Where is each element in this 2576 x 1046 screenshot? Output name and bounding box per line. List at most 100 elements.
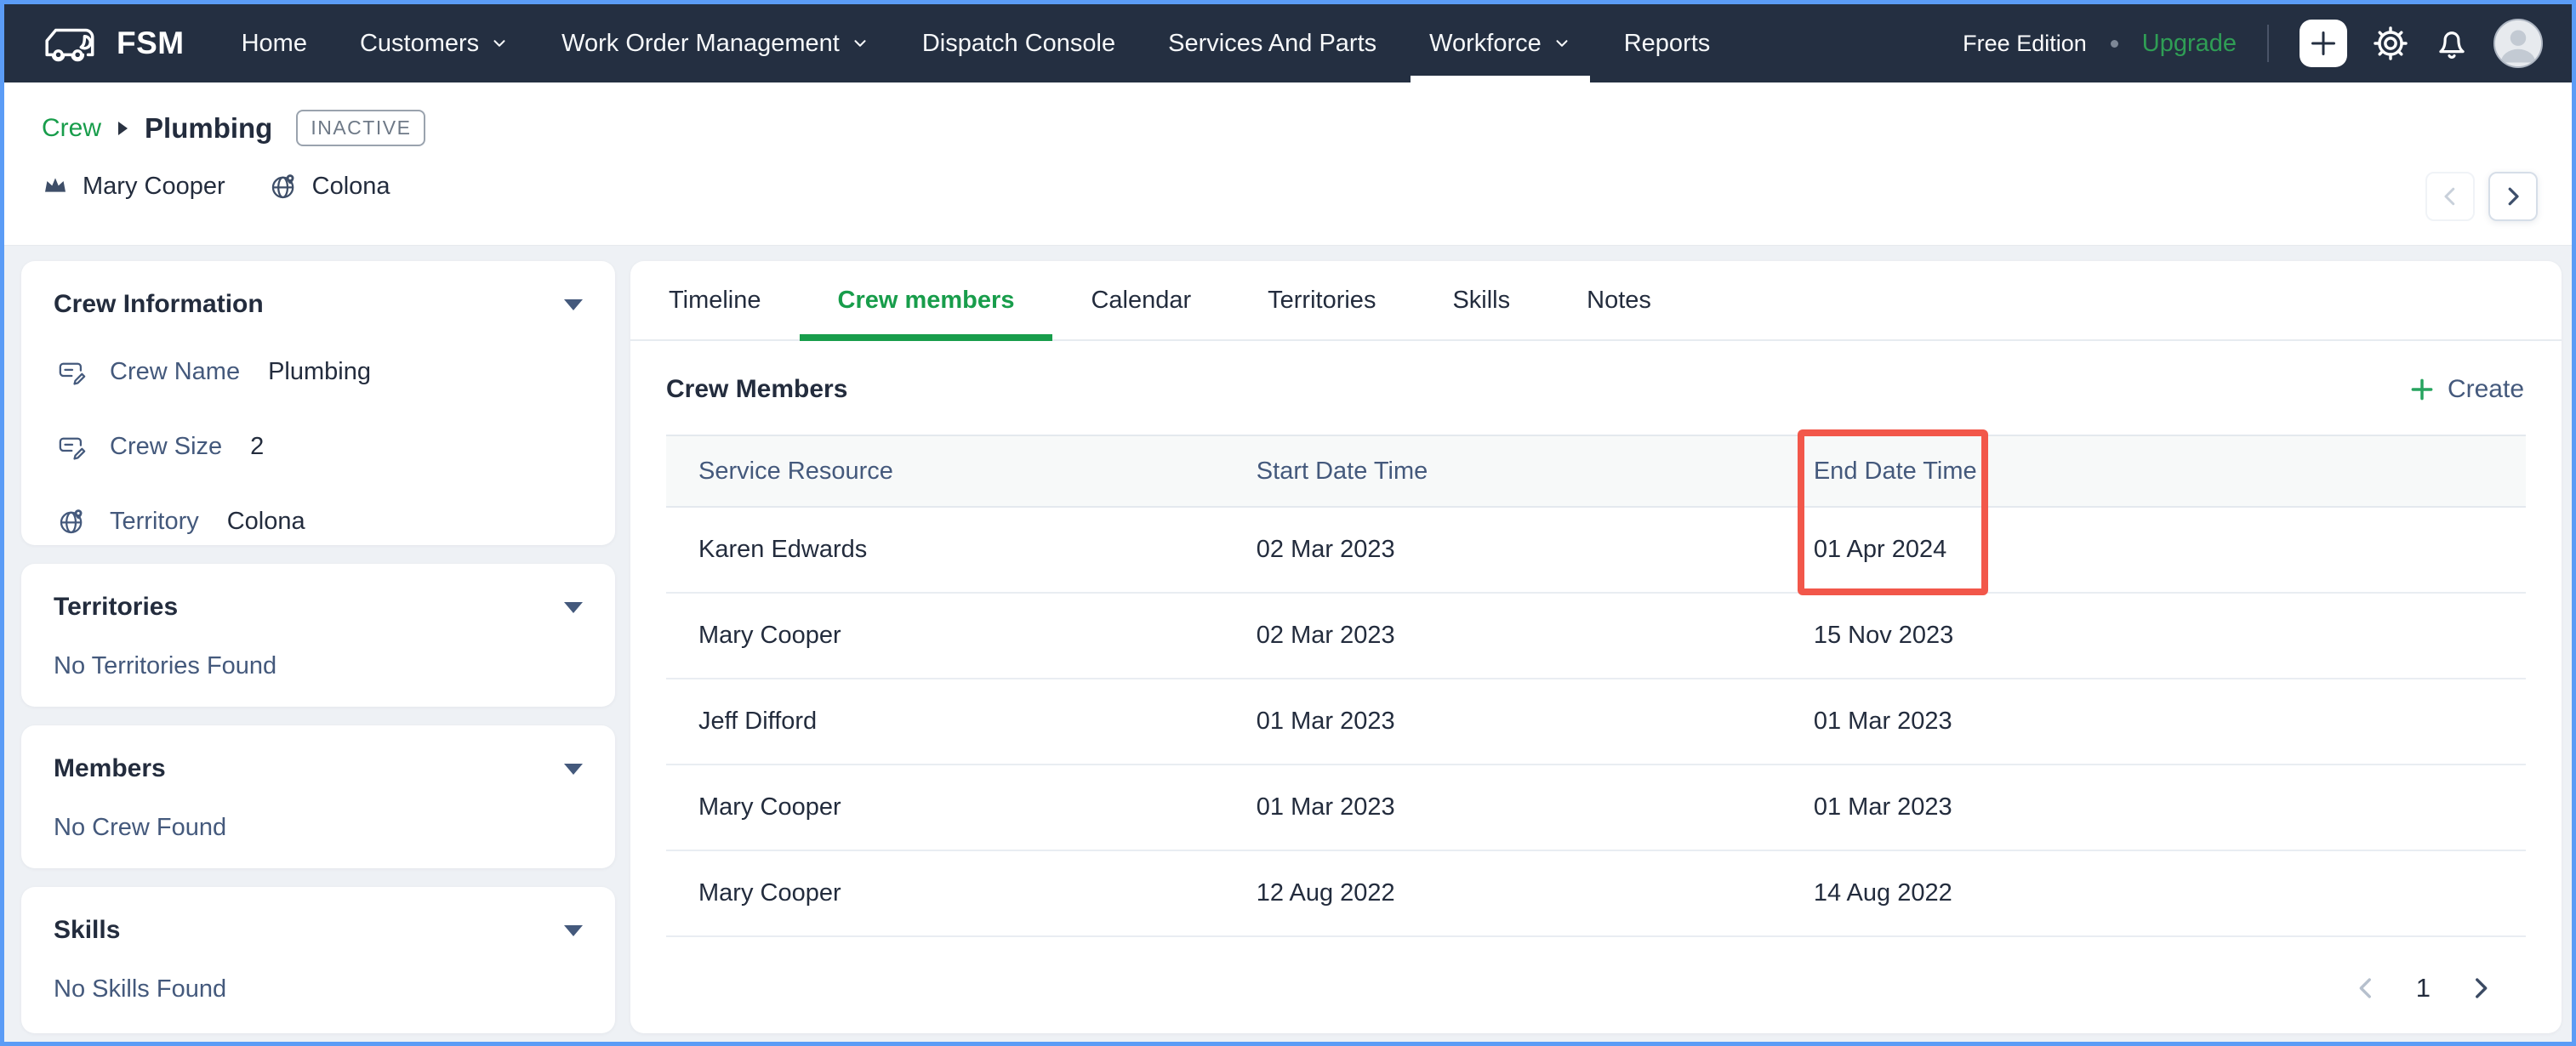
crew-territory-name: Colona — [312, 173, 390, 201]
nav-item-reports[interactable]: Reports — [1605, 4, 1730, 82]
field-value: Plumbing — [268, 358, 371, 386]
column-header-service-resource[interactable]: Service Resource — [666, 436, 1224, 506]
collapse-caret-icon — [564, 602, 583, 613]
nav-item-services-and-parts[interactable]: Services And Parts — [1149, 4, 1395, 82]
cell-start-date: 12 Aug 2022 — [1224, 851, 1775, 935]
edition-label: Free Edition — [1963, 31, 2087, 57]
field-value: 2 — [250, 433, 264, 461]
chevron-down-icon — [1553, 34, 1571, 53]
crew-detail-main-card: Timeline Crew members Calendar Territori… — [630, 261, 2562, 1033]
main-menu: Home Customers Work Order Management Dis… — [215, 4, 1737, 82]
table-row[interactable]: Jeff Difford 01 Mar 2023 01 Mar 2023 — [666, 679, 2526, 765]
cell-end-date: 15 Nov 2023 — [1775, 594, 2526, 678]
create-label: Create — [2448, 375, 2524, 404]
card-title: Members — [54, 754, 166, 783]
tab-notes[interactable]: Notes — [1548, 261, 1690, 339]
field-territory: Territory Colona — [54, 503, 583, 540]
members-header[interactable]: Members — [54, 754, 583, 783]
cell-service-resource: Mary Cooper — [666, 851, 1224, 935]
app-logo[interactable]: FSM — [42, 23, 185, 64]
crown-icon — [42, 173, 69, 200]
territories-empty-text: No Territories Found — [54, 652, 583, 680]
cell-service-resource: Karen Edwards — [666, 508, 1224, 592]
territories-header[interactable]: Territories — [54, 593, 583, 622]
skills-header[interactable]: Skills — [54, 916, 583, 945]
cell-service-resource: Jeff Difford — [666, 679, 1224, 764]
nav-item-customers[interactable]: Customers — [341, 4, 527, 82]
upgrade-link[interactable]: Upgrade — [2142, 30, 2237, 58]
page-body: Crew Information Crew Name Plumbing — [4, 246, 2572, 1042]
field-label[interactable]: Territory — [110, 508, 199, 536]
cell-end-date: 01 Apr 2024 — [1775, 508, 2526, 592]
nav-item-dispatch-console[interactable]: Dispatch Console — [903, 4, 1134, 82]
breadcrumb: Crew Plumbing INACTIVE — [42, 110, 2534, 146]
card-title: Territories — [54, 593, 178, 622]
detail-tabs: Timeline Crew members Calendar Territori… — [630, 261, 2562, 341]
tab-calendar[interactable]: Calendar — [1052, 261, 1229, 339]
bell-icon — [2434, 26, 2470, 61]
collapse-caret-icon — [564, 299, 583, 310]
record-meta: Mary Cooper Colona — [42, 172, 2534, 201]
tab-timeline[interactable]: Timeline — [630, 261, 800, 339]
column-header-end-date-time[interactable]: End Date Time — [1775, 436, 2526, 506]
cell-start-date: 01 Mar 2023 — [1224, 765, 1775, 850]
user-avatar[interactable] — [2493, 19, 2543, 68]
tab-crew-members[interactable]: Crew members — [800, 261, 1053, 339]
card-title: Skills — [54, 916, 120, 945]
crew-information-fields: Crew Name Plumbing Crew Size 2 — [54, 353, 583, 540]
table-row[interactable]: Karen Edwards 02 Mar 2023 01 Apr 2024 — [666, 508, 2526, 594]
territories-card: Territories No Territories Found — [21, 564, 615, 707]
brand-name: FSM — [117, 26, 185, 61]
nav-item-workforce[interactable]: Workforce — [1411, 4, 1590, 82]
table-header-row: Service Resource Start Date Time End Dat… — [666, 435, 2526, 508]
field-label[interactable]: Crew Name — [110, 358, 240, 386]
crew-information-header[interactable]: Crew Information — [54, 290, 583, 319]
top-navigation-bar: FSM Home Customers Work Order Management… — [4, 4, 2572, 82]
previous-page-button[interactable] — [2351, 974, 2380, 1003]
crew-leader: Mary Cooper — [42, 173, 225, 201]
members-card: Members No Crew Found — [21, 725, 615, 868]
card-title: Crew Information — [54, 290, 264, 319]
tab-skills[interactable]: Skills — [1414, 261, 1548, 339]
plus-icon — [2408, 376, 2436, 403]
create-button[interactable]: Create — [2408, 375, 2524, 404]
settings-button[interactable] — [2371, 24, 2410, 63]
pagination: 1 — [666, 943, 2526, 1033]
separator-dot — [2111, 40, 2118, 48]
field-crew-size: Crew Size 2 — [54, 428, 583, 465]
notifications-button[interactable] — [2434, 26, 2470, 61]
crew-members-table: Service Resource Start Date Time End Dat… — [666, 435, 2526, 937]
gear-icon — [2371, 24, 2410, 63]
nav-right-cluster: Free Edition Upgrade — [1963, 19, 2543, 68]
table-row[interactable]: Mary Cooper 02 Mar 2023 15 Nov 2023 — [666, 594, 2526, 679]
cell-end-date: 01 Mar 2023 — [1775, 765, 2526, 850]
next-page-button[interactable] — [2466, 974, 2495, 1003]
plus-icon — [2306, 26, 2340, 60]
detail-sidebar: Crew Information Crew Name Plumbing — [21, 261, 615, 1033]
fsm-truck-icon — [42, 23, 101, 64]
nav-item-work-order-management[interactable]: Work Order Management — [543, 4, 888, 82]
field-label[interactable]: Crew Size — [110, 433, 222, 461]
breadcrumb-separator-icon — [118, 122, 128, 135]
skills-empty-text: No Skills Found — [54, 975, 583, 1003]
tab-territories[interactable]: Territories — [1229, 261, 1414, 339]
previous-record-button[interactable] — [2425, 172, 2475, 221]
record-header: Crew Plumbing INACTIVE Mary Cooper — [4, 82, 2572, 246]
cell-start-date: 02 Mar 2023 — [1224, 508, 1775, 592]
record-navigation — [2425, 172, 2538, 221]
cell-end-date: 01 Mar 2023 — [1775, 679, 2526, 764]
nav-item-home[interactable]: Home — [223, 4, 326, 82]
table-row[interactable]: Mary Cooper 01 Mar 2023 01 Mar 2023 — [666, 765, 2526, 851]
members-empty-text: No Crew Found — [54, 814, 583, 842]
text-field-icon — [54, 432, 91, 461]
text-field-icon — [54, 357, 91, 386]
table-row[interactable]: Mary Cooper 12 Aug 2022 14 Aug 2022 — [666, 851, 2526, 937]
skills-card: Skills No Skills Found — [21, 887, 615, 1033]
quick-create-button[interactable] — [2300, 20, 2347, 67]
next-record-button[interactable] — [2488, 172, 2538, 221]
cell-start-date: 01 Mar 2023 — [1224, 679, 1775, 764]
breadcrumb-crew-link[interactable]: Crew — [42, 114, 101, 143]
vertical-divider — [2267, 25, 2269, 62]
collapse-caret-icon — [564, 764, 583, 775]
column-header-start-date-time[interactable]: Start Date Time — [1224, 436, 1775, 506]
